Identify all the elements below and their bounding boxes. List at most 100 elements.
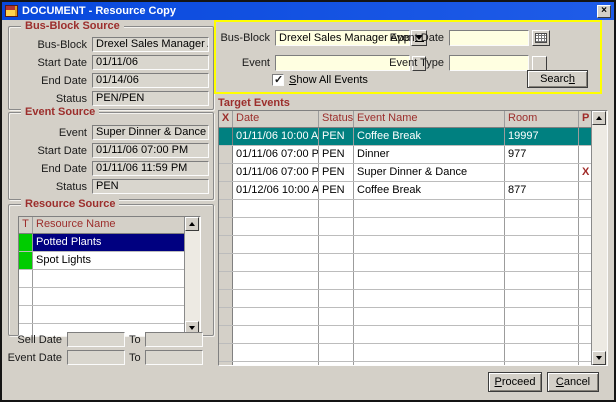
- search-button[interactable]: Search: [527, 70, 588, 88]
- arrow-down-icon: [189, 326, 195, 330]
- empty-row: [219, 218, 592, 236]
- column-header-room: Room: [505, 111, 579, 127]
- column-header-resource-name: Resource Name: [33, 217, 185, 233]
- target-events-table: X Date Status Event Name Room P 01/11/06…: [218, 110, 608, 366]
- cancel-button[interactable]: Cancel: [547, 372, 599, 392]
- end-date-field: 01/14/06: [92, 73, 209, 88]
- field-label: Bus-Block: [11, 39, 92, 51]
- sell-date-to-field: [145, 332, 203, 347]
- row-selector-cell[interactable]: [219, 146, 233, 163]
- empty-row: [219, 344, 592, 362]
- resource-source-group: Resource Source T Resource Name Potted P…: [8, 204, 214, 336]
- room-cell: 877: [505, 182, 579, 199]
- calendar-button[interactable]: [532, 30, 550, 46]
- event-type-input[interactable]: [449, 55, 529, 71]
- empty-row: [219, 236, 592, 254]
- resource-name-cell: Spot Lights: [33, 252, 185, 269]
- row-selector-cell[interactable]: [219, 164, 233, 181]
- field-label: Start Date: [11, 145, 92, 157]
- status-cell: PEN: [319, 128, 354, 145]
- end-date-field: 01/11/06 11:59 PM: [92, 161, 209, 176]
- scroll-down-button[interactable]: [592, 351, 606, 365]
- group-title: Event Source: [21, 106, 99, 118]
- target-event-row[interactable]: 01/11/06 10:00 AM PEN Coffee Break 19997: [219, 128, 592, 146]
- resource-name-cell: Potted Plants: [33, 234, 185, 251]
- date-cell: 01/11/06 07:00 PM: [233, 146, 319, 163]
- arrow-up-icon: [189, 222, 195, 226]
- empty-row: [219, 254, 592, 272]
- empty-row: [19, 288, 185, 306]
- room-cell: 977: [505, 146, 579, 163]
- sell-date-row: Sell Date To: [6, 332, 203, 347]
- empty-row: [19, 306, 185, 324]
- row-selector-cell[interactable]: [219, 182, 233, 199]
- status-cell: PEN: [319, 146, 354, 163]
- target-table-header: X Date Status Event Name Room P: [219, 111, 592, 128]
- event-source-field: Super Dinner & Dance: [92, 125, 209, 140]
- column-header-date: Date: [233, 111, 319, 127]
- empty-row: [219, 272, 592, 290]
- column-header-x: X: [219, 111, 233, 127]
- field-label: Status: [11, 181, 92, 193]
- start-date-field: 01/11/06: [92, 55, 209, 70]
- event-name-cell: Super Dinner & Dance: [354, 164, 505, 181]
- to-label: To: [125, 334, 145, 346]
- resource-type-indicator: [19, 252, 33, 269]
- resource-row[interactable]: Potted Plants: [19, 234, 185, 252]
- empty-row: [19, 270, 185, 288]
- dialog-window: DOCUMENT - Resource Copy × Bus-Block Sou…: [0, 0, 616, 402]
- field-label: Event Date: [388, 32, 449, 44]
- field-label: Sell Date: [6, 334, 67, 346]
- group-title: Bus-Block Source: [21, 20, 124, 32]
- room-cell: 19997: [505, 128, 579, 145]
- close-button[interactable]: ×: [597, 5, 611, 18]
- target-event-row[interactable]: 01/11/06 07:00 PM PEN Dinner 977: [219, 146, 592, 164]
- row-selector-cell[interactable]: [219, 128, 233, 145]
- resource-scrollbar[interactable]: [184, 217, 200, 335]
- field-label: Event Type: [388, 57, 449, 69]
- event-date-to-field: [145, 350, 203, 365]
- target-event-row[interactable]: 01/11/06 07:00 PM PEN Super Dinner & Dan…: [219, 164, 592, 182]
- event-name-cell: Coffee Break: [354, 128, 505, 145]
- resource-table-header: T Resource Name: [19, 217, 185, 234]
- show-all-label: Show All Events: [289, 74, 368, 86]
- to-label: To: [125, 352, 145, 364]
- date-cell: 01/11/06 07:00 PM: [233, 164, 319, 181]
- column-header-status: Status: [319, 111, 354, 127]
- field-label: Bus-Block: [218, 32, 275, 44]
- empty-row: [219, 362, 592, 365]
- arrow-up-icon: [596, 116, 602, 120]
- start-date-field: 01/11/06 07:00 PM: [92, 143, 209, 158]
- field-label: Start Date: [11, 57, 92, 69]
- room-cell: [505, 164, 579, 181]
- event-type-lov-button[interactable]: [532, 56, 547, 71]
- column-header-t: T: [19, 217, 33, 233]
- event-source-group: Event Source Event Super Dinner & Dance …: [8, 112, 214, 200]
- scroll-up-button[interactable]: [185, 217, 199, 231]
- target-event-row[interactable]: 01/12/06 10:00 AM PEN Coffee Break 877: [219, 182, 592, 200]
- target-events-title: Target Events: [218, 97, 290, 109]
- field-label: Status: [11, 93, 92, 105]
- empty-row: [219, 200, 592, 218]
- event-date-row: Event Date To: [6, 350, 203, 365]
- empty-row: [219, 308, 592, 326]
- scroll-up-button[interactable]: [592, 111, 606, 125]
- event-name-cell: Dinner: [354, 146, 505, 163]
- status-cell: PEN: [319, 164, 354, 181]
- status-field: PEN/PEN: [92, 91, 209, 106]
- search-panel: Bus-Block Drexel Sales Manager Appreciat…: [214, 20, 602, 94]
- target-scrollbar[interactable]: [591, 111, 607, 365]
- window-title: DOCUMENT - Resource Copy: [22, 2, 593, 20]
- event-date-input[interactable]: [449, 30, 529, 46]
- bus-block-source-field: Drexel Sales Manager Appr: [92, 37, 209, 52]
- field-label: Event Date: [6, 352, 67, 364]
- close-icon: ×: [601, 5, 607, 16]
- proceed-button[interactable]: Proceed: [488, 372, 542, 392]
- show-all-checkbox[interactable]: [272, 74, 284, 86]
- resource-table: T Resource Name Potted Plants Spot Light…: [18, 216, 201, 336]
- resource-type-indicator: [19, 234, 33, 251]
- arrow-down-icon: [596, 356, 602, 360]
- title-bar[interactable]: DOCUMENT - Resource Copy ×: [2, 2, 614, 20]
- resource-row[interactable]: Spot Lights: [19, 252, 185, 270]
- calendar-icon: [535, 33, 547, 43]
